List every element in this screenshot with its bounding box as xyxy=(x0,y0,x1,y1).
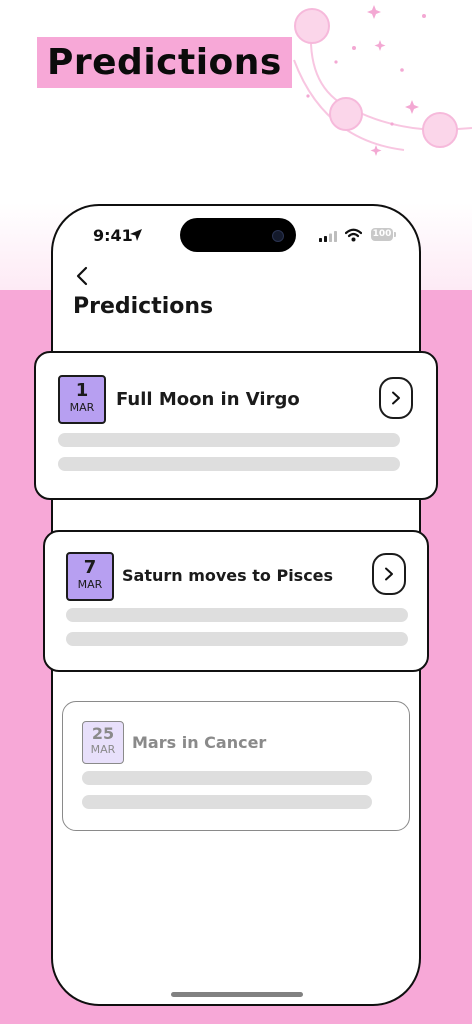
prediction-card[interactable]: 25 MAR Mars in Cancer xyxy=(62,701,410,831)
date-badge: 7 MAR xyxy=(66,552,114,601)
date-badge: 25 MAR xyxy=(82,721,124,764)
date-badge: 1 MAR xyxy=(58,375,106,424)
text-placeholder-line xyxy=(82,771,372,785)
date-day: 7 xyxy=(83,557,97,578)
chevron-right-icon xyxy=(385,567,393,581)
prediction-title: Full Moon in Virgo xyxy=(116,389,300,410)
chevron-right-icon xyxy=(392,391,400,405)
signal-icon xyxy=(319,231,337,242)
date-month: MAR xyxy=(90,743,116,756)
date-day: 25 xyxy=(91,724,115,743)
status-time: 9:41 xyxy=(93,226,133,245)
text-placeholder-line xyxy=(58,457,400,471)
prediction-title: Mars in Cancer xyxy=(132,733,267,752)
text-placeholder-line xyxy=(66,632,408,646)
home-indicator xyxy=(171,992,303,997)
open-prediction-button[interactable] xyxy=(372,553,406,595)
camera-icon xyxy=(272,230,284,242)
promo-headline: Predictions xyxy=(37,37,292,88)
text-placeholder-line xyxy=(66,608,408,622)
date-month: MAR xyxy=(69,401,95,414)
back-chevron-icon[interactable] xyxy=(71,264,95,288)
text-placeholder-line xyxy=(58,433,400,447)
text-placeholder-line xyxy=(82,795,372,809)
battery-level: 100 xyxy=(372,229,392,239)
date-month: MAR xyxy=(77,578,103,591)
dynamic-island xyxy=(180,218,296,252)
battery-icon: 100 xyxy=(371,228,397,242)
screen-title: Predictions xyxy=(73,294,214,319)
prediction-card[interactable]: 7 MAR Saturn moves to Pisces xyxy=(43,530,429,672)
astrology-illustration xyxy=(293,5,472,156)
wifi-icon xyxy=(345,228,362,242)
open-prediction-button[interactable] xyxy=(379,377,413,419)
prediction-card[interactable]: 1 MAR Full Moon in Virgo xyxy=(34,351,438,500)
date-day: 1 xyxy=(75,380,89,401)
location-arrow-icon xyxy=(130,229,142,241)
prediction-title: Saturn moves to Pisces xyxy=(122,566,334,585)
